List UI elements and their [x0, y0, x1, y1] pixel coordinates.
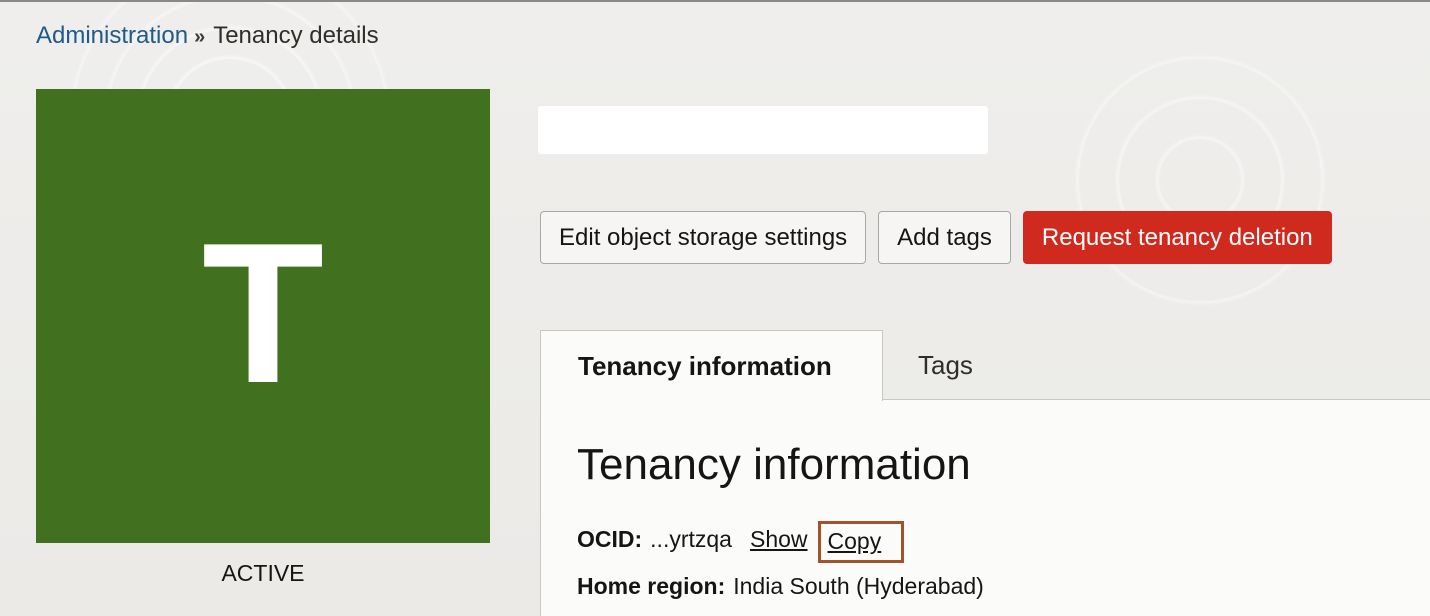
status-label: ACTIVE — [221, 560, 305, 586]
breadcrumb-current: Tenancy details — [213, 22, 379, 49]
show-ocid-link[interactable]: Show — [750, 526, 808, 553]
request-tenancy-deletion-button[interactable]: Request tenancy deletion — [1022, 211, 1332, 264]
copy-ocid-link[interactable]: Copy — [817, 521, 905, 563]
breadcrumb: Administration » Tenancy details — [36, 22, 379, 51]
home-region-value: India South (Hyderabad) — [733, 573, 984, 599]
ocid-label: OCID: — [577, 526, 643, 552]
panel-title: Tenancy information — [577, 440, 971, 489]
breadcrumb-administration-link[interactable]: Administration — [36, 22, 188, 49]
top-divider — [0, 0, 1430, 2]
home-region-label: Home region: — [577, 573, 726, 599]
action-toolbar: Edit object storage settings Add tags Re… — [540, 211, 1332, 264]
home-region-row: Home region: India South (Hyderabad) — [577, 573, 984, 600]
avatar-letter: T — [201, 202, 325, 425]
edit-object-storage-settings-button[interactable]: Edit object storage settings — [540, 211, 867, 264]
ocid-value: ...yrtzqa — [650, 526, 732, 552]
tab-tags[interactable]: Tags — [918, 330, 973, 400]
tenancy-name-redacted — [538, 106, 988, 154]
add-tags-button[interactable]: Add tags — [878, 211, 1011, 264]
tenancy-avatar: T — [36, 89, 490, 543]
tenancy-information-panel: Tenancy information OCID: ...yrtzqa Show… — [540, 400, 1430, 616]
breadcrumb-separator-icon: » — [194, 26, 206, 48]
tab-bar: Tenancy information Tags — [540, 330, 1430, 401]
ocid-row: OCID: ...yrtzqa Show Copy — [577, 519, 905, 563]
tab-tenancy-information[interactable]: Tenancy information — [540, 330, 883, 401]
